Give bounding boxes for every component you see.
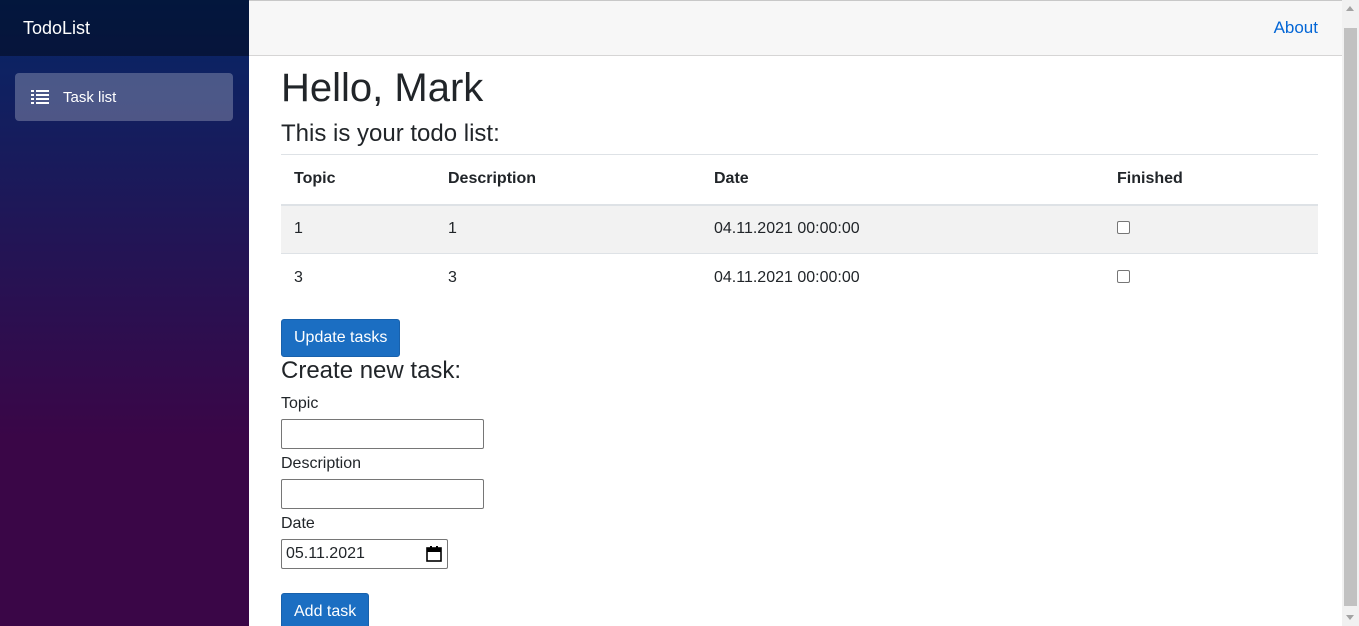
calendar-icon[interactable] xyxy=(426,545,442,562)
sidebar-item-label: Task list xyxy=(63,88,117,106)
cell-finished xyxy=(1104,204,1318,254)
sidebar-header: TodoList xyxy=(0,0,249,56)
scroll-up-icon[interactable] xyxy=(1346,6,1354,11)
page-title: Hello, Mark xyxy=(281,66,484,110)
column-header-finished: Finished xyxy=(1104,154,1318,206)
cell-date: 04.11.2021 00:00:00 xyxy=(701,204,1104,254)
date-input[interactable]: 05.11.2021 xyxy=(281,538,448,569)
finished-checkbox[interactable] xyxy=(1117,221,1130,235)
create-task-title: Create new task: xyxy=(281,356,462,384)
main-content: Hello, Mark This is your todo list: Topi… xyxy=(281,56,1318,626)
table-row: 1 1 04.11.2021 00:00:00 xyxy=(281,204,1318,254)
scroll-thumb[interactable] xyxy=(1344,28,1357,606)
sidebar-nav: Task list xyxy=(0,56,249,121)
update-tasks-button[interactable]: Update tasks xyxy=(281,318,401,357)
sidebar: TodoList Task list xyxy=(0,0,249,626)
table-row: 3 3 04.11.2021 00:00:00 xyxy=(281,254,1318,303)
cell-description: 1 xyxy=(435,204,701,254)
finished-checkbox[interactable] xyxy=(1117,270,1130,284)
topic-label: Topic xyxy=(281,394,319,412)
cell-description: 3 xyxy=(448,269,457,287)
cell-topic: 1 xyxy=(281,204,435,254)
page-subtitle: This is your todo list: xyxy=(281,120,500,147)
table-header-row: Topic Description Date Finished xyxy=(281,154,1318,206)
brand-title[interactable]: TodoList xyxy=(23,18,90,39)
tasks-table: Topic Description Date Finished 1 1 04.1… xyxy=(281,154,1318,303)
list-icon xyxy=(31,90,49,104)
cell-finished xyxy=(1104,254,1318,303)
top-row: About xyxy=(249,0,1342,56)
app-root: TodoList Task list About Hello, Mark Thi… xyxy=(0,0,1359,626)
cell-topic: 3 xyxy=(294,269,303,287)
scroll-down-icon[interactable] xyxy=(1346,615,1354,620)
column-header-date: Date xyxy=(701,154,1104,206)
vertical-scrollbar[interactable] xyxy=(1342,0,1359,626)
description-label: Description xyxy=(281,454,362,472)
date-value: 05.11.2021 xyxy=(286,544,365,562)
about-link[interactable]: About xyxy=(1274,18,1318,38)
add-task-button[interactable]: Add task xyxy=(281,592,370,626)
column-header-description: Description xyxy=(435,154,701,206)
date-label: Date xyxy=(281,514,315,532)
topic-input[interactable] xyxy=(281,418,484,449)
column-header-topic: Topic xyxy=(281,154,435,206)
sidebar-item-task-list[interactable]: Task list xyxy=(15,73,233,121)
cell-date: 04.11.2021 00:00:00 xyxy=(714,269,860,287)
description-input[interactable] xyxy=(281,478,484,509)
